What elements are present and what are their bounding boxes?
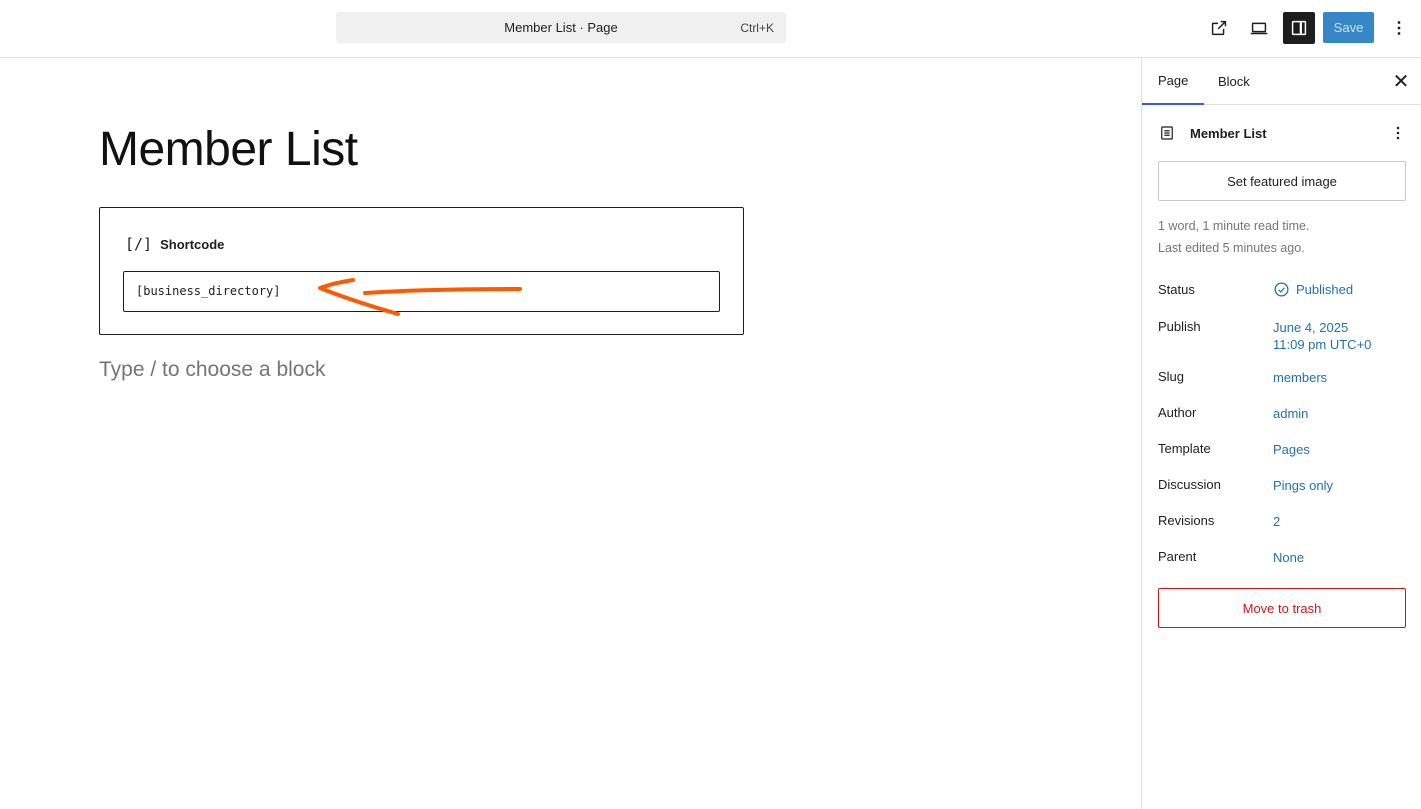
last-edited-text: Last edited 5 minutes ago. (1158, 241, 1305, 255)
publish-date: June 4, 2025 (1273, 320, 1349, 335)
tab-block[interactable]: Block (1202, 58, 1266, 105)
settings-sidebar: Page Block ✕ Member List Set featured im… (1141, 58, 1421, 809)
save-button[interactable]: Save (1323, 12, 1374, 43)
command-shortcut: Ctrl+K (740, 21, 774, 35)
document-actions-button[interactable] (1388, 120, 1408, 146)
preview-button[interactable] (1243, 12, 1275, 44)
parent-label: Parent (1158, 549, 1197, 564)
shortcode-icon: [/] (125, 235, 153, 253)
published-check-icon (1274, 282, 1289, 297)
tab-page[interactable]: Page (1142, 58, 1205, 105)
block-appender-placeholder[interactable]: Type / to choose a block (99, 358, 325, 382)
close-icon: ✕ (1392, 70, 1410, 93)
publish-label: Publish (1158, 319, 1201, 334)
editor-header: Member List · Page Ctrl+K Save (0, 0, 1421, 58)
slug-label: Slug (1158, 369, 1185, 384)
word-count-text: 1 word, 1 minute read time. (1158, 219, 1310, 233)
command-palette-button[interactable]: Member List · Page Ctrl+K (336, 12, 786, 43)
more-options-icon (1396, 126, 1400, 140)
parent-value-button[interactable]: None (1273, 549, 1304, 566)
document-title: Member List (1190, 125, 1267, 141)
discussion-label: Discussion (1158, 477, 1221, 492)
discussion-value-button[interactable]: Pings only (1273, 477, 1333, 494)
shortcode-label-text: Shortcode (160, 236, 225, 252)
page-icon (1158, 124, 1176, 142)
editor-canvas: Member List [/] Shortcode [business_dire… (0, 58, 1141, 809)
set-featured-image-button[interactable]: Set featured image (1158, 161, 1406, 201)
status-label: Status (1158, 282, 1195, 297)
more-options-icon (1397, 21, 1401, 35)
status-value-button[interactable]: Published (1273, 281, 1353, 298)
move-to-trash-button[interactable]: Move to trash (1158, 588, 1406, 628)
sidebar-settings-icon (1291, 20, 1307, 36)
sidebar-tabs: Page Block ✕ (1142, 58, 1421, 105)
shortcode-block[interactable]: [/] Shortcode [business_directory] (99, 207, 744, 335)
shortcode-block-label: [/] Shortcode (125, 235, 224, 253)
slug-value-button[interactable]: members (1273, 369, 1327, 386)
document-summary: Member List (1158, 122, 1408, 144)
author-label: Author (1158, 405, 1197, 420)
close-sidebar-button[interactable]: ✕ (1388, 68, 1414, 94)
options-menu-button[interactable] (1383, 12, 1415, 44)
publish-date-button[interactable]: June 4, 2025 11:09 pm UTC+0 (1273, 319, 1371, 353)
revisions-value-button[interactable]: 2 (1273, 513, 1280, 530)
settings-sidebar-toggle[interactable] (1283, 12, 1315, 44)
external-link-icon (1211, 20, 1227, 36)
status-value: Published (1296, 282, 1354, 297)
revisions-label: Revisions (1158, 513, 1215, 528)
publish-time: 11:09 pm UTC+0 (1273, 337, 1372, 352)
template-label: Template (1158, 441, 1211, 456)
author-value-button[interactable]: admin (1273, 405, 1308, 422)
shortcode-input[interactable]: [business_directory] (123, 271, 720, 312)
template-value-button[interactable]: Pages (1273, 441, 1310, 458)
post-title[interactable]: Member List (99, 122, 358, 177)
command-title: Member List · Page (504, 20, 618, 35)
view-page-button[interactable] (1203, 12, 1235, 44)
desktop-preview-icon (1250, 22, 1268, 35)
